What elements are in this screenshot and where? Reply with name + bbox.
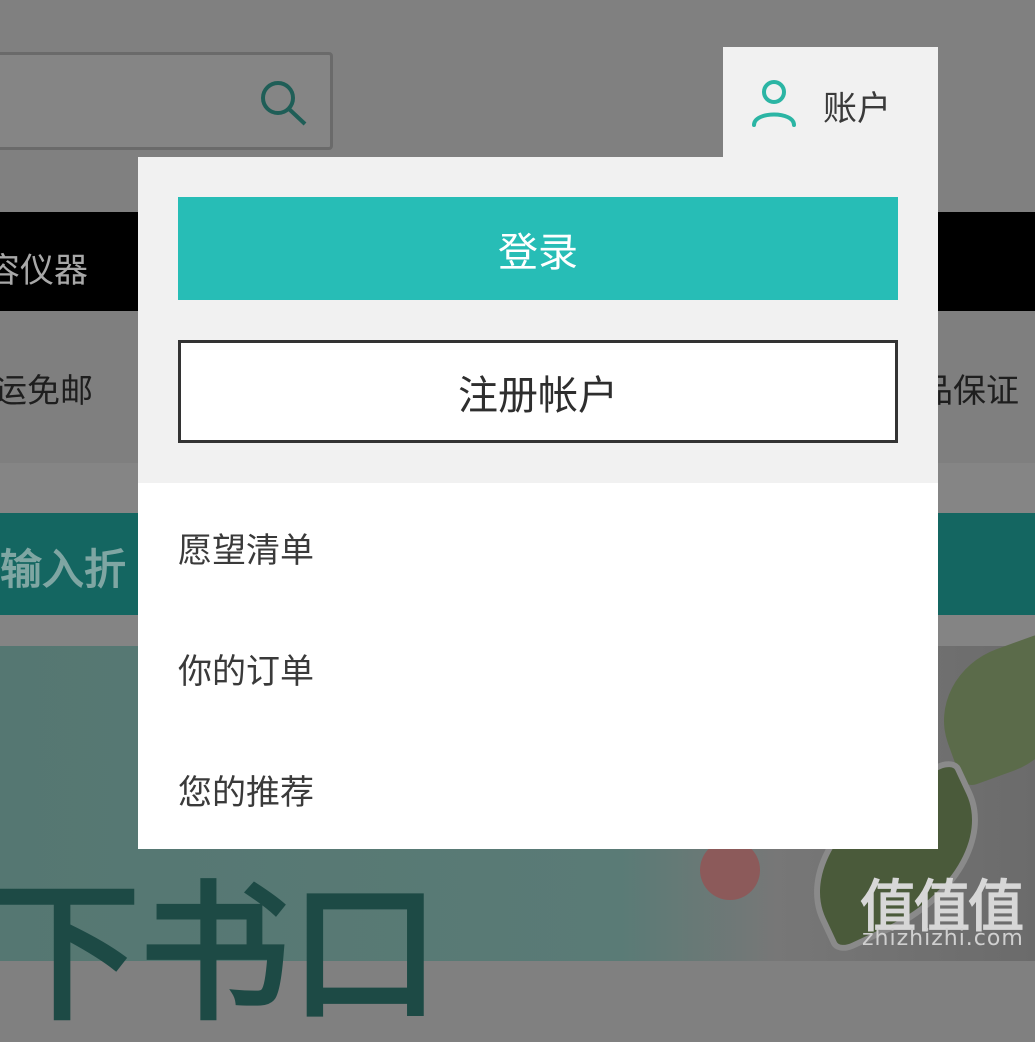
- hero-text: 下书口: [0, 868, 441, 1042]
- account-button[interactable]: 账户: [723, 47, 938, 158]
- user-icon: [752, 80, 796, 127]
- nav-item-beauty[interactable]: 容仪器: [0, 243, 88, 292]
- account-label: 账户: [823, 89, 891, 129]
- watermark-url: zhizhizhi.com: [862, 926, 1024, 951]
- register-button[interactable]: 注册帐户: [178, 340, 898, 443]
- flower-decoration: [700, 840, 760, 900]
- login-button[interactable]: 登录: [178, 197, 898, 300]
- promo-text: 请输入折: [0, 545, 127, 594]
- menu-item-recommendations[interactable]: 您的推荐: [178, 765, 314, 814]
- menu-item-wishlist[interactable]: 愿望清单: [178, 523, 314, 572]
- menu-item-orders[interactable]: 你的订单: [178, 644, 314, 693]
- benefit-free-shipping: 运免邮: [0, 371, 93, 410]
- search-icon[interactable]: [258, 78, 314, 134]
- account-menu: 愿望清单 你的订单 您的推荐: [138, 483, 938, 849]
- auth-section: 登录 注册帐户: [138, 157, 938, 483]
- account-dropdown: 登录 注册帐户 愿望清单 你的订单 您的推荐: [138, 157, 938, 849]
